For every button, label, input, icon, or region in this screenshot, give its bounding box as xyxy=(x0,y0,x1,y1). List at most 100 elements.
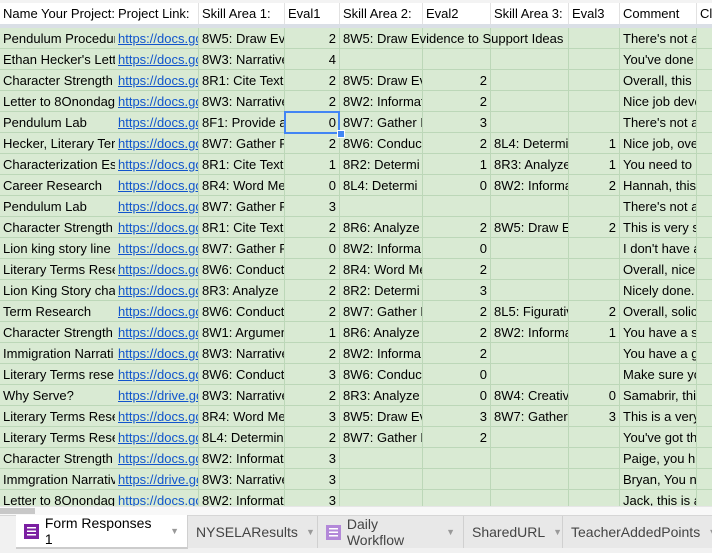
extra-cell[interactable] xyxy=(697,490,712,506)
skill-area-2-cell[interactable]: 8W6: Conduc xyxy=(340,133,423,154)
project-name-cell[interactable]: Character Strength xyxy=(0,70,118,91)
eval2-cell[interactable]: 2 xyxy=(423,301,491,322)
comment-cell[interactable]: Samabrir, thi xyxy=(620,385,697,406)
skill-area-3-cell[interactable] xyxy=(491,364,569,385)
skill-area-2-cell[interactable]: 8L4: Determi xyxy=(340,175,423,196)
eval3-cell[interactable]: 3 xyxy=(569,406,620,427)
eval1-cell[interactable]: 2 xyxy=(285,385,340,406)
eval1-cell[interactable]: 2 xyxy=(285,427,340,448)
extra-cell[interactable] xyxy=(697,448,712,469)
skill-area-1-header[interactable]: Skill Area 1: xyxy=(199,3,285,24)
eval3-cell[interactable] xyxy=(569,448,620,469)
eval2-cell[interactable]: 2 xyxy=(423,322,491,343)
skill-area-3-cell[interactable] xyxy=(491,427,569,448)
comment-cell[interactable]: This is very s xyxy=(620,217,697,238)
eval2-cell[interactable]: 2 xyxy=(423,427,491,448)
skill-area-1-cell[interactable]: 8R1: Cite Text xyxy=(199,154,285,175)
spreadsheet-grid[interactable]: Name Your Project: Project Link: Skill Are… xyxy=(0,0,712,506)
skill-area-2-cell[interactable]: 8W7: Gather I xyxy=(340,301,423,322)
eval1-cell[interactable]: 1 xyxy=(285,322,340,343)
skill-area-1-cell[interactable]: 8W3: Narrative xyxy=(199,385,285,406)
eval1-cell[interactable]: 2 xyxy=(285,28,340,49)
skill-area-1-cell[interactable]: 8L4: Determin xyxy=(199,427,285,448)
skill-area-3-cell[interactable] xyxy=(491,490,569,506)
sheet-tab[interactable]: Form Responses 1 ▼ xyxy=(16,515,188,549)
comment-cell[interactable]: You have a g xyxy=(620,343,697,364)
project-link[interactable]: https://docs.go xyxy=(115,301,199,322)
skill-area-3-cell[interactable] xyxy=(491,469,569,490)
eval3-header[interactable]: Eval3 xyxy=(569,3,620,24)
extra-cell[interactable] xyxy=(697,154,712,175)
chevron-down-icon[interactable]: ▼ xyxy=(306,527,315,537)
eval1-cell[interactable]: 0 xyxy=(285,238,340,259)
eval1-cell[interactable]: 3 xyxy=(285,406,340,427)
skill-area-1-cell[interactable]: 8W6: Conduct xyxy=(199,364,285,385)
skill-area-2-cell[interactable]: 8W5: Draw Ev xyxy=(340,70,423,91)
skill-area-3-cell[interactable] xyxy=(491,70,569,91)
skill-area-1-cell[interactable]: 8W7: Gather F xyxy=(199,133,285,154)
eval3-cell[interactable] xyxy=(569,490,620,506)
skill-area-3-cell[interactable]: 8L5: Figurativ xyxy=(491,301,569,322)
eval1-cell[interactable]: 3 xyxy=(285,364,340,385)
project-name-cell[interactable]: Pendulum Lab xyxy=(0,112,118,133)
eval2-cell[interactable]: 2 xyxy=(423,70,491,91)
project-link[interactable]: https://docs.go xyxy=(115,364,199,385)
extra-cell[interactable] xyxy=(697,406,712,427)
skill-area-1-cell[interactable]: 8R3: Analyze xyxy=(199,280,285,301)
project-name-cell[interactable]: Immgration Narrativ xyxy=(0,469,118,490)
eval3-cell[interactable] xyxy=(569,427,620,448)
extra-cell[interactable] xyxy=(697,259,712,280)
skill-area-2-cell[interactable]: 8R2: Determi xyxy=(340,154,423,175)
skill-area-3-cell[interactable] xyxy=(491,49,569,70)
skill-area-1-cell[interactable]: 8W2: Informat xyxy=(199,448,285,469)
eval3-cell[interactable] xyxy=(569,112,620,133)
extra-cell[interactable] xyxy=(697,238,712,259)
sheet-tab[interactable]: NYSELAResults ▼ xyxy=(188,516,318,548)
eval1-cell[interactable]: 2 xyxy=(285,259,340,280)
eval2-cell[interactable]: 3 xyxy=(423,280,491,301)
eval3-cell[interactable] xyxy=(569,28,620,49)
skill-area-1-cell[interactable]: 8W3: Narrative xyxy=(199,49,285,70)
skill-area-3-cell[interactable] xyxy=(491,91,569,112)
eval3-cell[interactable] xyxy=(569,70,620,91)
skill-area-1-cell[interactable]: 8W3: Narrative xyxy=(199,469,285,490)
eval3-cell[interactable] xyxy=(569,196,620,217)
project-link[interactable]: https://docs.go xyxy=(115,112,199,133)
eval1-cell[interactable]: 2 xyxy=(285,343,340,364)
project-name-cell[interactable]: Character Strength xyxy=(0,448,118,469)
eval3-cell[interactable] xyxy=(569,364,620,385)
project-name-cell[interactable]: Pendulum Procedur xyxy=(0,28,118,49)
project-link[interactable]: https://docs.go xyxy=(115,448,199,469)
skill-area-3-cell[interactable] xyxy=(491,112,569,133)
project-link[interactable]: https://docs.go xyxy=(115,406,199,427)
eval3-cell[interactable]: 2 xyxy=(569,301,620,322)
eval3-cell[interactable]: 2 xyxy=(569,175,620,196)
chevron-down-icon[interactable]: ▼ xyxy=(170,526,179,536)
skill-area-3-cell[interactable] xyxy=(491,196,569,217)
extra-cell[interactable] xyxy=(697,343,712,364)
eval1-cell[interactable]: 4 xyxy=(285,49,340,70)
extra-header[interactable]: Cl xyxy=(697,3,712,24)
comment-cell[interactable]: This is a very xyxy=(620,406,697,427)
eval1-cell[interactable]: 3 xyxy=(285,196,340,217)
eval3-cell[interactable]: 0 xyxy=(569,385,620,406)
eval1-cell[interactable]: 2 xyxy=(285,91,340,112)
extra-cell[interactable] xyxy=(697,427,712,448)
project-name-header[interactable]: Name Your Project: xyxy=(0,3,118,24)
eval1-cell[interactable]: 3 xyxy=(285,448,340,469)
comment-cell[interactable]: Hannah, this xyxy=(620,175,697,196)
scrollbar-thumb[interactable] xyxy=(0,508,35,514)
skill-area-2-cell[interactable]: 8R2: Determi xyxy=(340,280,423,301)
skill-area-2-cell[interactable]: 8R3: Analyze xyxy=(340,385,423,406)
comment-cell[interactable]: Nicely done. xyxy=(620,280,697,301)
eval3-cell[interactable] xyxy=(569,238,620,259)
eval1-cell[interactable]: 0 xyxy=(285,175,340,196)
eval3-cell[interactable]: 1 xyxy=(569,154,620,175)
extra-cell[interactable] xyxy=(697,364,712,385)
skill-area-1-cell[interactable]: 8W3: Narrative xyxy=(199,91,285,112)
comment-cell[interactable]: You've done xyxy=(620,49,697,70)
eval2-cell[interactable]: 0 xyxy=(423,175,491,196)
skill-area-3-cell[interactable]: 8W4: Creativ xyxy=(491,385,569,406)
project-link[interactable]: https://docs.go xyxy=(115,238,199,259)
project-name-cell[interactable]: Lion King Story cha xyxy=(0,280,118,301)
